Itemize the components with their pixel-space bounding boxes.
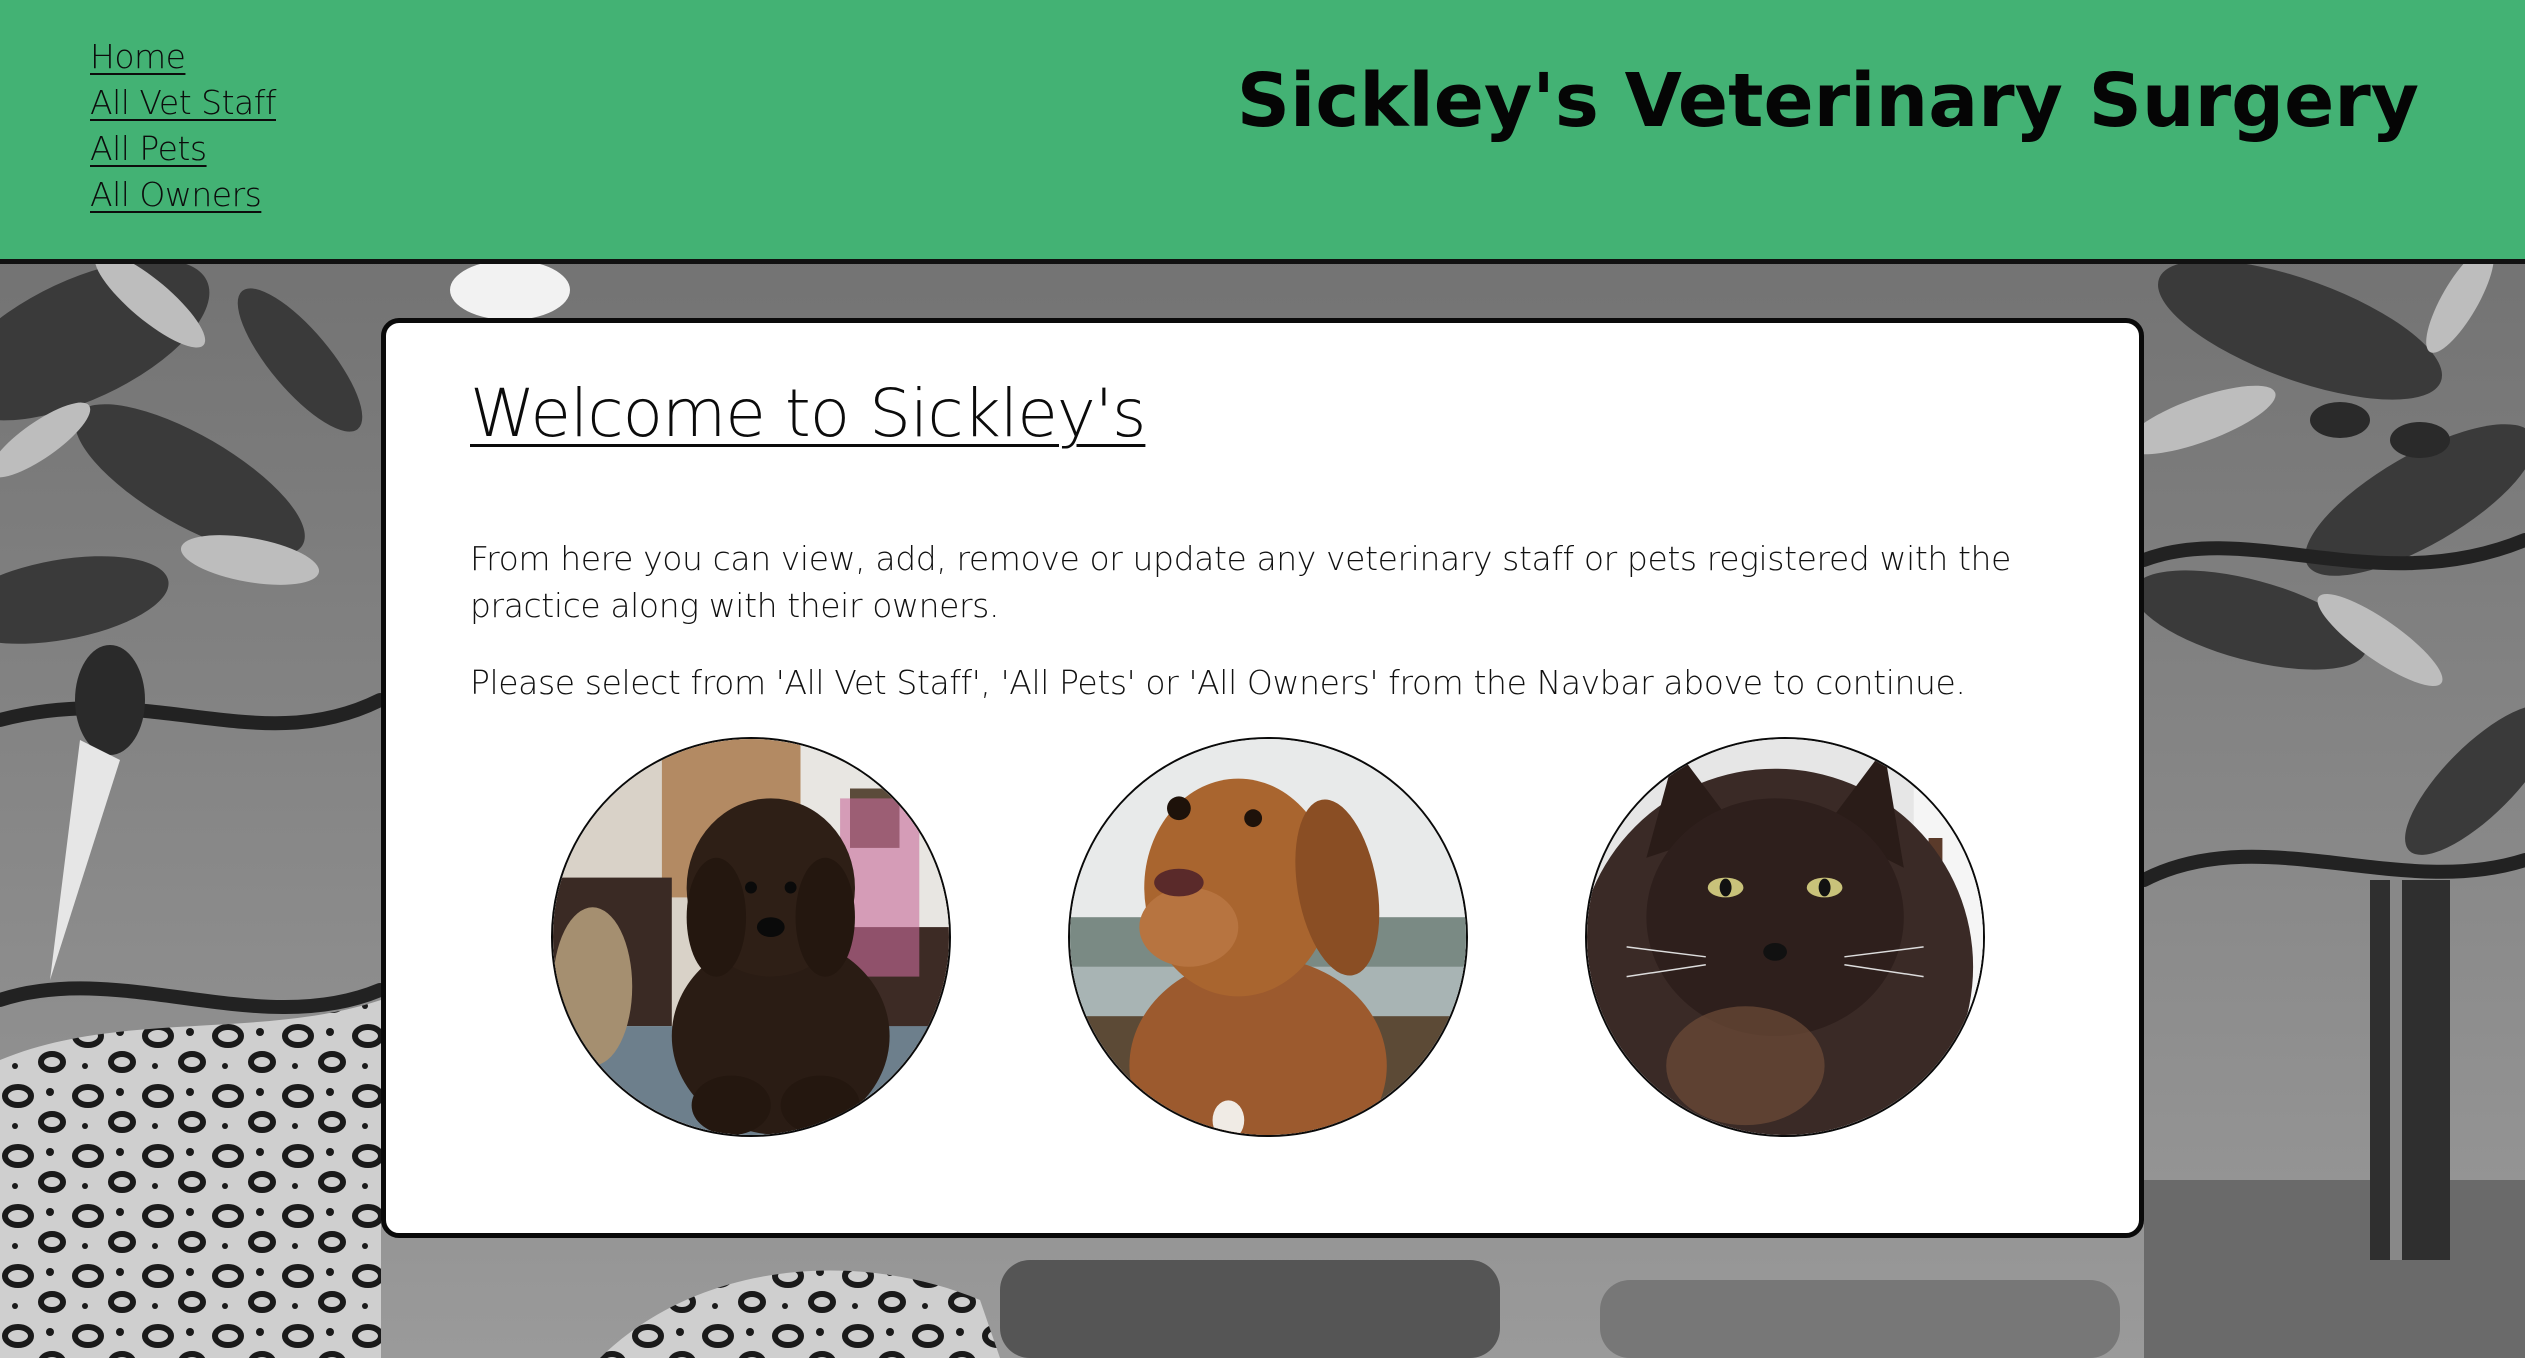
navbar: Home All Vet Staff All Pets All Owners	[90, 34, 277, 218]
nav-link-all-pets[interactable]: All Pets	[90, 126, 276, 172]
cat-photo	[1585, 737, 1985, 1137]
site-title: Sickley's Veterinary Surgery	[1236, 58, 2419, 144]
nav-link-home[interactable]: Home	[90, 34, 276, 80]
instruction-paragraph: Please select from 'All Vet Staff', 'All…	[470, 663, 1966, 702]
puppy-photo	[551, 737, 951, 1137]
page-heading: Welcome to Sickley's	[470, 375, 1146, 452]
dog-photo	[1068, 737, 1468, 1137]
page: Home All Vet Staff All Pets All Owners S…	[0, 0, 2525, 1358]
site-header: Home All Vet Staff All Pets All Owners S…	[0, 0, 2525, 264]
intro-paragraph: From here you can view, add, remove or u…	[470, 539, 2011, 625]
nav-link-all-vet-staff[interactable]: All Vet Staff	[90, 80, 277, 126]
nav-link-all-owners[interactable]: All Owners	[90, 172, 276, 218]
welcome-card: Welcome to Sickley's From here you can v…	[381, 318, 2144, 1238]
